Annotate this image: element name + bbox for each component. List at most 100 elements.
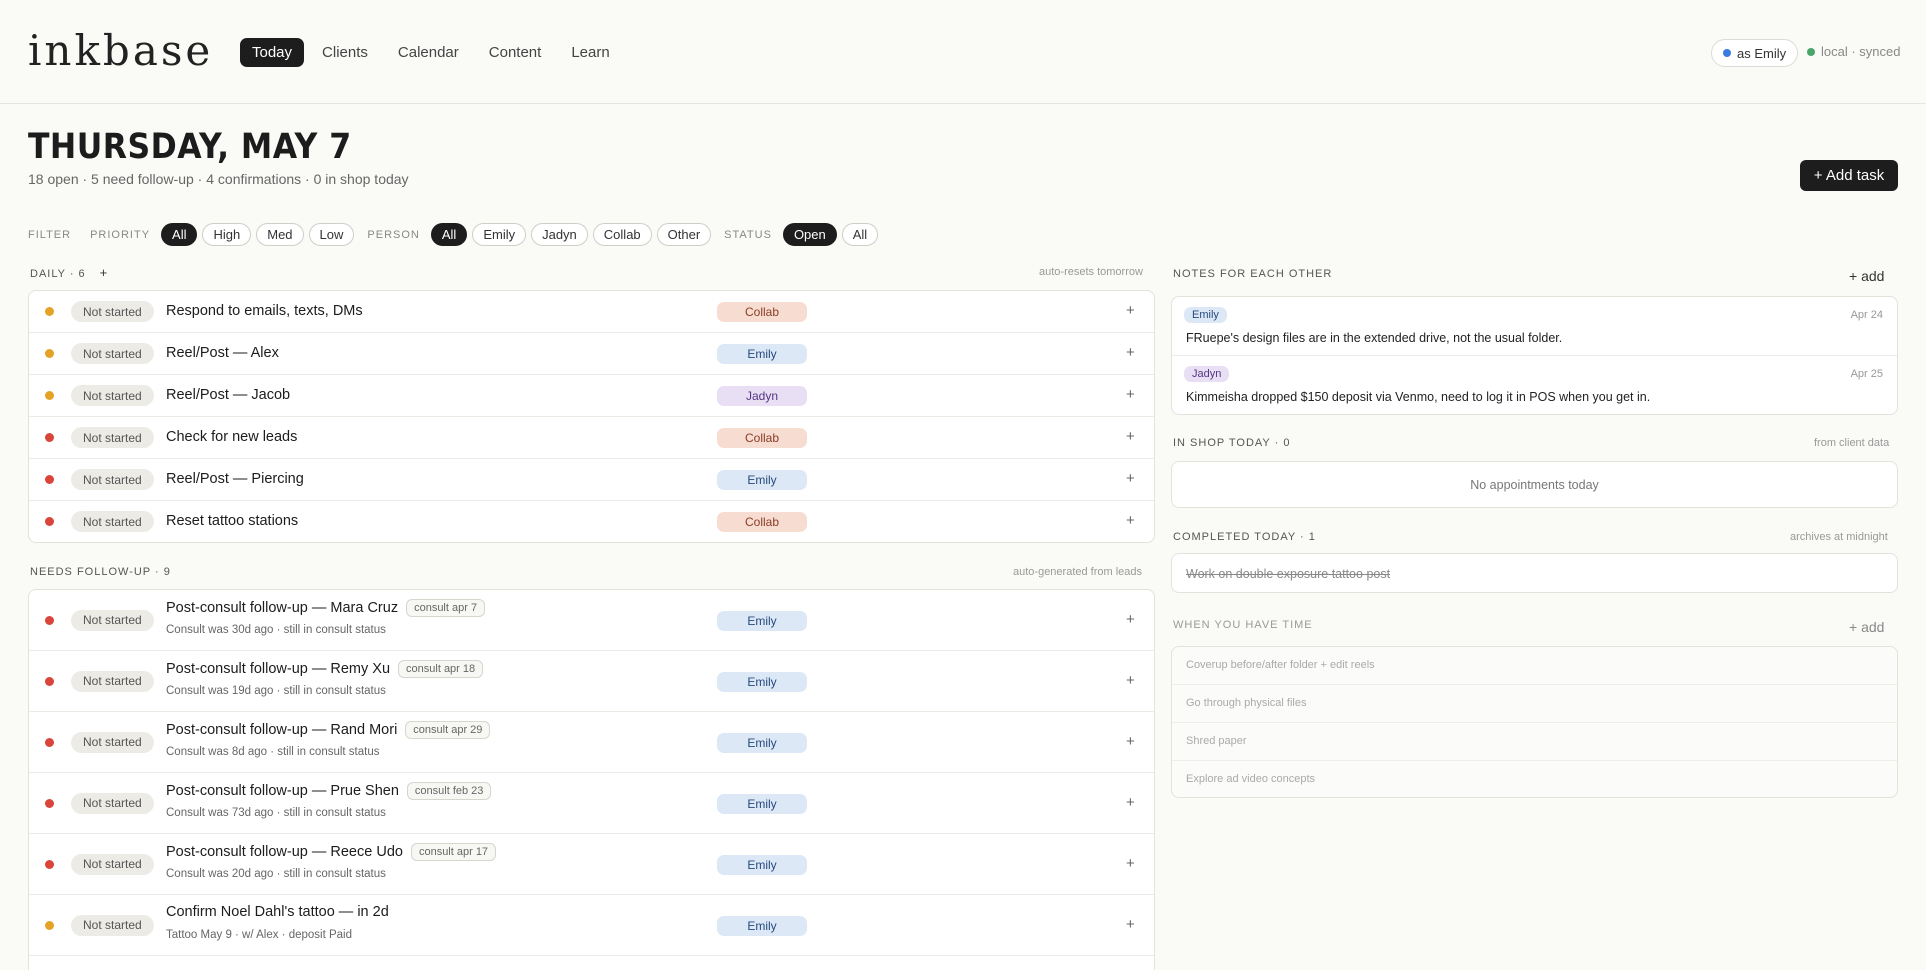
note-item[interactable]: Jadyn Apr 25 Kimmeisha dropped $150 deposi… bbox=[1172, 356, 1897, 414]
row-add-button[interactable]: + bbox=[1126, 916, 1135, 933]
row-add-button[interactable]: + bbox=[1126, 733, 1135, 750]
status-chip[interactable]: Not started bbox=[71, 343, 154, 364]
person-badge[interactable]: Emily bbox=[717, 470, 807, 490]
someday-item-text: Explore ad video concepts bbox=[1186, 773, 1316, 785]
row-add-button[interactable]: + bbox=[1126, 512, 1135, 529]
task-title[interactable]: Post-consult follow-up — Prue Shen consul… bbox=[166, 782, 492, 800]
status-filter-all[interactable]: All bbox=[841, 223, 879, 246]
person-badge[interactable]: Emily bbox=[717, 344, 807, 364]
task-title[interactable]: Reel/Post — Piercing bbox=[166, 471, 304, 487]
task-row[interactable]: Not started Reel/Post — Alex Emily + bbox=[29, 333, 1154, 375]
priority-filter-med[interactable]: Med bbox=[256, 223, 304, 246]
nav-tab-clients[interactable]: Clients bbox=[310, 38, 380, 67]
row-add-button[interactable]: + bbox=[1126, 611, 1135, 628]
person-filter-jadyn[interactable]: Jadyn bbox=[531, 223, 588, 246]
row-add-button[interactable]: + bbox=[1126, 386, 1135, 403]
status-filter-open[interactable]: Open bbox=[782, 223, 837, 246]
task-title[interactable]: Respond to emails, texts, DMs bbox=[166, 303, 363, 319]
person-badge[interactable]: Emily bbox=[717, 732, 807, 753]
task-title[interactable]: Reset tattoo stations bbox=[166, 513, 298, 529]
person-badge[interactable]: Emily bbox=[717, 793, 807, 814]
status-chip[interactable]: Not started bbox=[71, 792, 154, 814]
status-chip[interactable]: Not started bbox=[71, 670, 154, 692]
note-item[interactable]: Emily Apr 24 FRuepe's design files are in … bbox=[1172, 297, 1897, 356]
add-task-button[interactable]: + Add task bbox=[1800, 160, 1898, 191]
task-title[interactable]: Post-consult follow-up — Mara Cruz consul… bbox=[166, 599, 486, 617]
row-add-button[interactable]: + bbox=[1126, 672, 1135, 689]
person-filter-collab[interactable]: Collab bbox=[592, 223, 652, 246]
task-row[interactable]: Not started Reset tattoo stations Collab + bbox=[29, 501, 1154, 542]
someday-item[interactable]: Coverup before/after folder + edit reels bbox=[1172, 647, 1897, 685]
person-badge[interactable]: Jadyn bbox=[717, 386, 807, 406]
task-title[interactable]: Reel/Post — Jacob bbox=[166, 387, 290, 403]
completed-item[interactable]: Work on double exposure tattoo post bbox=[1186, 567, 1390, 581]
person-badge[interactable]: Collab bbox=[717, 428, 807, 448]
someday-item[interactable]: Shred paper bbox=[1172, 723, 1897, 761]
task-row[interactable]: Not started Post-consult follow-up — Prue… bbox=[29, 773, 1154, 834]
followup-list: Not started Post-consult follow-up — Mara… bbox=[28, 589, 1155, 970]
status-chip[interactable]: Not started bbox=[71, 301, 154, 322]
task-title[interactable]: Check for new leads bbox=[166, 429, 297, 445]
status-chip[interactable]: Not started bbox=[71, 385, 154, 406]
task-row[interactable]: Not started Post-consult follow-up — Rand… bbox=[29, 712, 1154, 773]
nav-tab-learn[interactable]: Learn bbox=[559, 38, 621, 67]
task-subtitle: Consult was 20d ago · still in consult s… bbox=[166, 868, 386, 880]
status-chip[interactable]: Not started bbox=[71, 427, 154, 448]
when-add-button[interactable]: + add bbox=[1849, 619, 1884, 635]
task-title[interactable]: Post-consult follow-up — Reece Udo consul… bbox=[166, 843, 497, 861]
status-chip[interactable]: Not started bbox=[71, 914, 154, 936]
row-add-button[interactable]: + bbox=[1126, 302, 1135, 319]
nav-tab-content[interactable]: Content bbox=[477, 38, 554, 67]
task-row[interactable]: Not started Post-consult follow-up — Reec… bbox=[29, 834, 1154, 895]
person-badge[interactable]: Emily bbox=[717, 671, 807, 692]
person-filter-label: PERSON bbox=[367, 228, 420, 241]
nav-tab-calendar[interactable]: Calendar bbox=[386, 38, 471, 67]
task-title[interactable]: Confirm Noel Dahl's tattoo — in 2d bbox=[166, 904, 389, 920]
task-title[interactable]: Post-consult follow-up — Remy Xu consult … bbox=[166, 660, 484, 678]
status-chip[interactable]: Not started bbox=[71, 511, 154, 532]
row-add-button[interactable]: + bbox=[1126, 344, 1135, 361]
status-chip[interactable]: Not started bbox=[71, 469, 154, 490]
person-badge[interactable]: Emily bbox=[717, 610, 807, 631]
task-row[interactable]: Not started Post-consult follow-up — Remy… bbox=[29, 651, 1154, 712]
task-title[interactable]: Reel/Post — Alex bbox=[166, 345, 279, 361]
task-title[interactable]: Post-consult follow-up — Rand Mori consul… bbox=[166, 721, 491, 739]
someday-item[interactable]: Go through physical files bbox=[1172, 685, 1897, 723]
app-logo[interactable]: inkbase bbox=[28, 26, 213, 75]
row-add-button[interactable]: + bbox=[1126, 794, 1135, 811]
daily-add-button[interactable]: + bbox=[100, 265, 109, 280]
task-row[interactable]: Not started Post-consult follow-up — Mara… bbox=[29, 590, 1154, 651]
task-row[interactable]: Not started Respond to emails, texts, DMs… bbox=[29, 291, 1154, 333]
task-row[interactable]: Not startedConfirm Lyra Choe's consult —… bbox=[29, 956, 1154, 970]
row-add-button[interactable]: + bbox=[1126, 855, 1135, 872]
person-filter-all[interactable]: All bbox=[430, 223, 468, 246]
person-badge[interactable]: Collab bbox=[717, 302, 807, 322]
priority-filter-all[interactable]: All bbox=[161, 223, 198, 246]
completed-heading: COMPLETED TODAY · 1 bbox=[1173, 531, 1316, 543]
priority-dot bbox=[45, 615, 54, 625]
notes-heading: NOTES FOR EACH OTHER bbox=[1173, 268, 1333, 280]
task-row[interactable]: Not started Reel/Post — Jacob Jadyn + bbox=[29, 375, 1154, 417]
row-add-button[interactable]: + bbox=[1126, 470, 1135, 487]
nav-tab-today[interactable]: Today bbox=[240, 38, 305, 67]
status-chip[interactable]: Not started bbox=[71, 609, 154, 631]
someday-item[interactable]: Explore ad video concepts bbox=[1172, 761, 1897, 797]
person-badge[interactable]: Emily bbox=[717, 854, 807, 875]
consult-tag: consult apr 17 bbox=[410, 843, 497, 861]
task-subtitle: Consult was 8d ago · still in consult st… bbox=[166, 746, 380, 758]
task-subtitle: Consult was 19d ago · still in consult s… bbox=[166, 685, 386, 697]
priority-filter-high[interactable]: High bbox=[202, 223, 252, 246]
task-row[interactable]: Not started Reel/Post — Piercing Emily + bbox=[29, 459, 1154, 501]
person-filter-emily[interactable]: Emily bbox=[472, 223, 527, 246]
task-row[interactable]: Not started Confirm Noel Dahl's tattoo — … bbox=[29, 895, 1154, 956]
user-switcher[interactable]: as Emily bbox=[1711, 39, 1799, 67]
status-chip[interactable]: Not started bbox=[71, 853, 154, 875]
person-filter-other[interactable]: Other bbox=[656, 223, 712, 246]
task-row[interactable]: Not started Check for new leads Collab + bbox=[29, 417, 1154, 459]
priority-filter-low[interactable]: Low bbox=[308, 223, 355, 246]
notes-add-button[interactable]: + add bbox=[1849, 268, 1884, 284]
person-badge[interactable]: Collab bbox=[717, 512, 807, 532]
row-add-button[interactable]: + bbox=[1126, 428, 1135, 445]
status-chip[interactable]: Not started bbox=[71, 731, 154, 753]
person-badge[interactable]: Emily bbox=[717, 915, 807, 936]
